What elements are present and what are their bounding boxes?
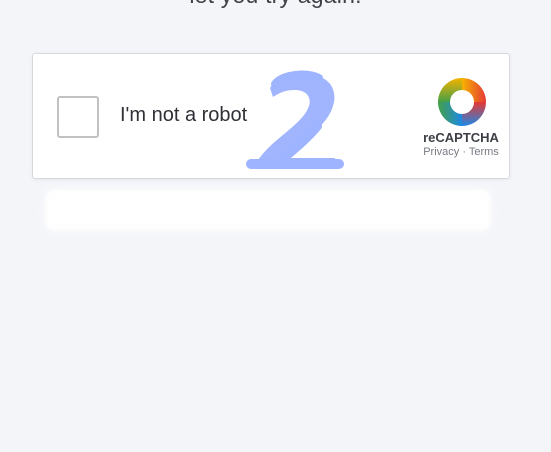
- obscured-strip: [46, 190, 490, 230]
- links-separator: ·: [459, 146, 469, 158]
- recaptcha-widget: I'm not a robot reCAPTCHA Privacy · Term…: [32, 53, 510, 179]
- privacy-link[interactable]: Privacy: [423, 146, 459, 158]
- recaptcha-logo-icon: [438, 78, 486, 126]
- recaptcha-links: Privacy · Terms: [389, 146, 533, 158]
- handwritten-two-scribble: [246, 70, 344, 169]
- recaptcha-brand: reCAPTCHA: [423, 130, 499, 145]
- checkbox-label: I'm not a robot: [120, 104, 248, 126]
- top-message: let you try again.: [0, 0, 551, 9]
- robot-checkbox[interactable]: [57, 96, 99, 138]
- terms-link[interactable]: Terms: [469, 146, 499, 158]
